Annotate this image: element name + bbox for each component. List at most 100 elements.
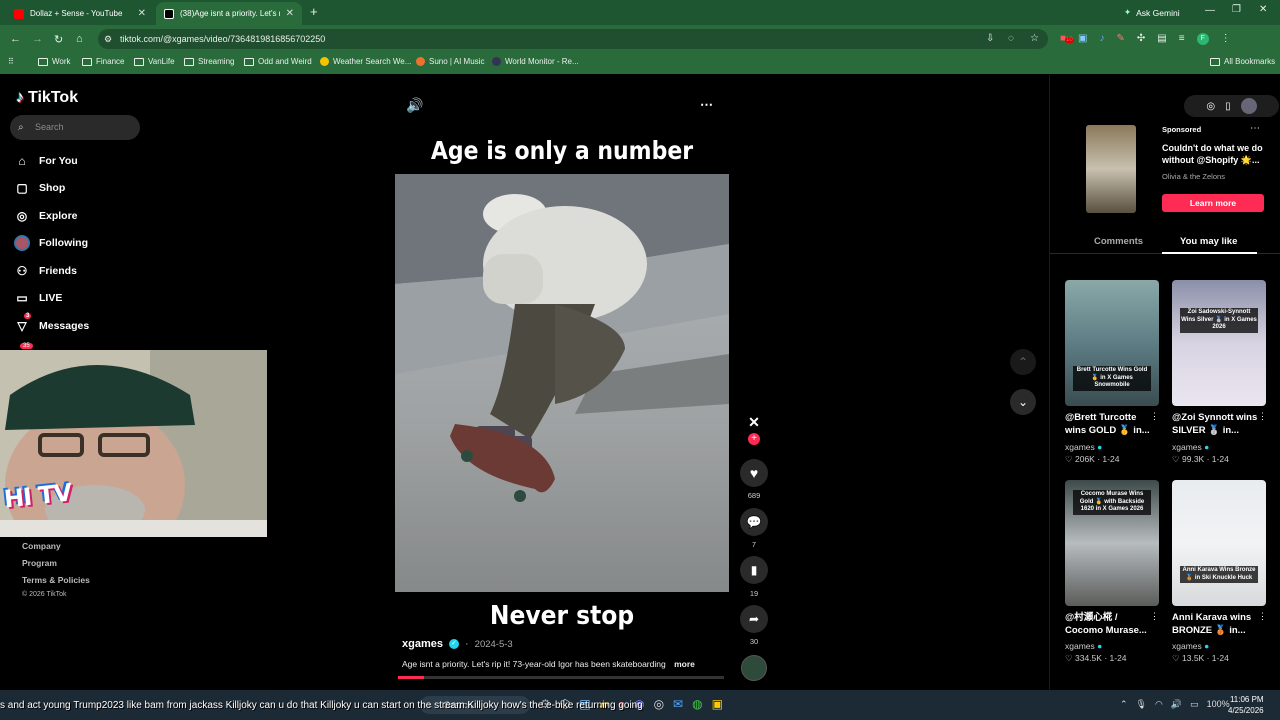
back-icon[interactable]: ← (10, 33, 21, 45)
learn-more-button[interactable]: Learn more (1162, 194, 1264, 212)
bookmarks-bar: ⠿ Work Finance VanLife Streaming Odd and… (0, 52, 1280, 74)
video-card[interactable]: Brett Turcotte Wins Gold 🥇 in X Games Sn… (1065, 280, 1159, 406)
ask-gemini-button[interactable]: ✦ Ask Gemini (1124, 7, 1180, 18)
close-window-button[interactable]: ✕ (1259, 4, 1267, 15)
comment-button[interactable]: 💬 (740, 508, 768, 536)
puzzle-icon[interactable]: ✣ (1137, 33, 1145, 45)
bookmark-streaming[interactable]: Streaming (184, 57, 234, 66)
wifi-icon[interactable]: ◠ (1155, 699, 1163, 710)
profile-avatar[interactable] (1240, 98, 1257, 114)
heart-outline-icon: ♡ (1065, 454, 1073, 464)
clock[interactable]: 11:06 PM 4/25/2026 (1228, 694, 1264, 716)
video-card[interactable]: Zoi Sadowski-Synnott Wins Silver 🥈 in X … (1172, 280, 1266, 406)
apps-icon[interactable]: ⠿ (8, 57, 14, 66)
author-name[interactable]: xgames (402, 638, 443, 650)
translate-icon[interactable]: ▣ (1078, 33, 1087, 45)
music-disc[interactable] (741, 655, 767, 681)
nav-friends[interactable]: ⚇ Friends (14, 263, 77, 279)
video-card[interactable]: Cocomo Murase Wins Gold 🥇 with Backside … (1065, 480, 1159, 606)
more-vert-icon[interactable]: ⋮ (1258, 411, 1267, 422)
card-title[interactable]: Anni Karava wins BRONZE 🥉 in... (1172, 611, 1262, 637)
minimize-button[interactable]: — (1205, 5, 1215, 16)
bookmark-finance[interactable]: Finance (82, 57, 124, 66)
bookmark-weather[interactable]: Weather Search We... (320, 57, 411, 66)
more-vert-icon[interactable]: ⋮ (1258, 611, 1267, 622)
eye-off-icon[interactable]: ◌ (1008, 29, 1014, 49)
new-tab-button[interactable]: + (310, 4, 318, 19)
footer-program[interactable]: Program (22, 558, 57, 568)
star-icon[interactable]: ☆ (1030, 29, 1039, 49)
compass-icon[interactable]: ◎ (1206, 101, 1215, 112)
battery-icon[interactable]: ▭ (1190, 699, 1199, 710)
close-icon[interactable]: ✕ (138, 8, 146, 19)
nav-explore[interactable]: ◎ Explore (14, 208, 78, 224)
maximize-button[interactable]: ❐ (1232, 4, 1241, 15)
chevron-down-icon[interactable]: ⌄ (1010, 389, 1036, 415)
tab-youtube[interactable]: Dollaz + Sense - YouTube ✕ (6, 2, 154, 25)
media-icon[interactable]: ≡ (1179, 33, 1185, 45)
nav-following[interactable]: Following (14, 235, 88, 251)
follow-plus-icon[interactable]: + (748, 433, 760, 445)
skateboarder-illustration (395, 174, 729, 502)
sponsored-title[interactable]: Couldn't do what we do without @Shopify … (1162, 142, 1268, 166)
heart-outline-icon: ♡ (1065, 653, 1073, 663)
nav-shop[interactable]: ▢ Shop (14, 180, 65, 196)
video-player[interactable] (395, 174, 729, 592)
sidepanel-icon[interactable]: ▤ (1157, 33, 1166, 45)
tab-comments[interactable]: Comments (1094, 236, 1143, 247)
sponsored-thumbnail[interactable] (1086, 125, 1136, 213)
more-vert-icon[interactable]: ⋮ (1150, 411, 1159, 422)
profile-avatar[interactable]: F (1196, 33, 1209, 45)
home-icon[interactable]: ⌂ (76, 33, 83, 45)
extension-icon[interactable]: ■ 10 (1060, 33, 1074, 45)
chevron-up-icon[interactable]: ⌃ (1010, 349, 1036, 375)
heart-icon: ♥ (749, 465, 759, 481)
card-title[interactable]: @Zoi Synnott wins SILVER 🥈 in... (1172, 411, 1262, 437)
close-icon[interactable]: ✕ (286, 8, 294, 19)
search-input[interactable]: ⌕ Search (10, 115, 140, 140)
more-options-icon[interactable]: ⋯ (700, 97, 713, 113)
right-panel: ◎ ▯ Sponsored ⋯ Couldn't do what we do w… (1049, 75, 1280, 690)
forward-icon[interactable]: → (32, 33, 43, 45)
card-title[interactable]: @Brett Turcotte wins GOLD 🥇 in... (1065, 411, 1155, 437)
chevron-up-icon[interactable]: ⌃ (1120, 699, 1128, 710)
nav-for-you[interactable]: ⌂ For You (14, 153, 77, 169)
bookmark-world-monitor[interactable]: World Monitor - Re... (492, 57, 579, 66)
volume-icon[interactable]: 🔊 (406, 97, 423, 114)
nav-live[interactable]: ▭ LIVE (14, 290, 62, 306)
tool-icon[interactable]: ✎ (1117, 33, 1125, 45)
progress-bar[interactable] (398, 676, 724, 679)
card-title[interactable]: @村瀬心椛 / Cocomo Murase... (1065, 611, 1155, 637)
audio-icon[interactable]: ♪ (1100, 33, 1105, 45)
bookmark-work[interactable]: Work (38, 57, 71, 66)
video-card[interactable]: Anni Karava Wins Bronze 🥉 in Ski Knuckle… (1172, 480, 1266, 606)
more-vert-icon[interactable]: ⋮ (1221, 33, 1231, 45)
more-vert-icon[interactable]: ⋮ (1150, 611, 1159, 622)
bookmark-suno[interactable]: Suno | AI Music (416, 57, 484, 66)
url-input[interactable]: ⚙ tiktok.com/@xgames/video/7364819816856… (98, 29, 1048, 49)
tab-tiktok[interactable]: (38)Age isnt a priority. Let's rip ✕ (156, 2, 302, 25)
volume-icon[interactable]: 🔊 (1171, 699, 1182, 710)
tab-title: (38)Age isnt a priority. Let's rip (180, 9, 280, 18)
tiktok-logo[interactable]: ♪ TikTok (16, 89, 78, 107)
nav-messages[interactable]: ▽ 3 Messages (14, 313, 89, 334)
site-info-icon[interactable]: ⚙ (104, 29, 112, 49)
tab-you-may-like[interactable]: You may like (1180, 236, 1237, 247)
phone-icon[interactable]: ▯ (1225, 101, 1231, 112)
mic-icon[interactable]: 🎙 (1136, 699, 1147, 710)
install-icon[interactable]: ⇩ (986, 29, 994, 49)
like-button[interactable]: ♥ (740, 459, 768, 487)
footer-company[interactable]: Company (22, 541, 61, 551)
footer-terms[interactable]: Terms & Policies (22, 575, 90, 585)
save-button[interactable]: ▮ (740, 556, 768, 584)
more-link[interactable]: more (674, 659, 695, 669)
bookmark-vanlife[interactable]: VanLife (134, 57, 175, 66)
reload-icon[interactable]: ↻ (54, 33, 63, 46)
more-options-icon[interactable]: ⋯ (1250, 123, 1260, 134)
folder-icon (184, 57, 194, 66)
share-button[interactable]: ➦ (740, 605, 768, 633)
search-icon: ⌕ (18, 122, 24, 133)
all-bookmarks[interactable]: All Bookmarks (1210, 57, 1275, 66)
weather-icon (320, 57, 329, 66)
bookmark-odd-and-weird[interactable]: Odd and Weird (244, 57, 312, 66)
